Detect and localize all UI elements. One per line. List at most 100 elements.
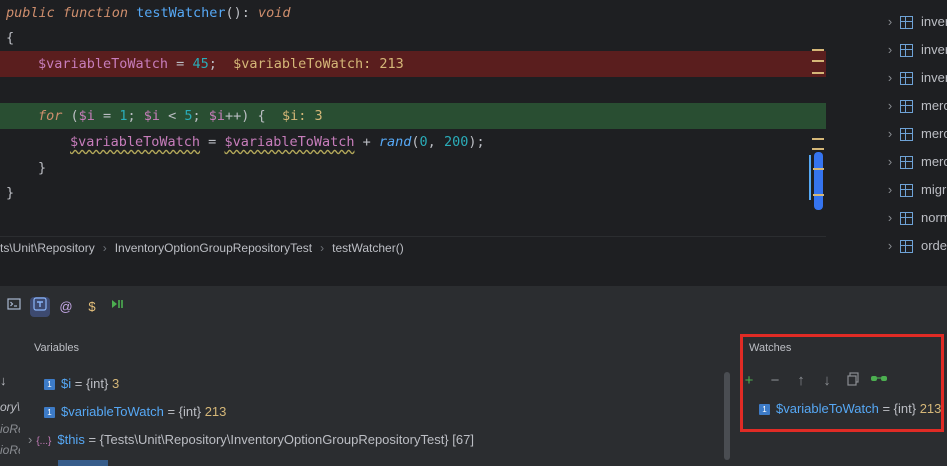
code-line-2: { [6,30,15,46]
breadcrumb-item[interactable]: InventoryOptionGroupRepositoryTest [115,241,312,255]
change-marker [809,155,811,200]
chevron-right-icon: › [887,70,893,85]
variable: $i [208,108,226,124]
int-type-icon: 1 [44,379,55,391]
tree-item-label: inver [921,42,947,57]
at-icon[interactable]: @ [56,297,76,317]
chevron-right-icon[interactable]: › [28,432,32,447]
frame-item[interactable]: ory\ [0,400,20,414]
variable-row[interactable]: 1 $i = {int} 3 [44,370,119,398]
variable: $variableToWatch [224,134,355,150]
code-text: ; [192,108,209,124]
code-text: = [94,108,120,124]
table-icon [900,156,913,170]
table-icon [900,240,913,254]
inline-debug-value: $i: 3 [281,108,323,124]
code-line-1: public function testWatcher(): void [6,0,291,26]
code-text: ); [468,134,485,150]
tree-item[interactable]: › merc [826,148,947,176]
warning-marker[interactable] [812,138,824,140]
code-line-8: } [6,185,15,201]
tree-item[interactable]: › migr [826,176,947,204]
warning-marker[interactable] [813,168,824,170]
table-icon [900,184,913,198]
variable-name: $variableToWatch [61,404,164,419]
tree-item[interactable]: › inver [826,36,947,64]
code-text: ; [127,108,144,124]
code-editor[interactable]: public function testWatcher(): void { $v… [0,0,826,236]
code-line-6: $variableToWatch = $variableToWatch + ra… [70,129,485,155]
variable-row[interactable]: › {...} $this = {Tests\Unit\Repository\Inv… [28,426,474,454]
table-icon [900,16,913,30]
panel-separator [0,258,947,286]
variable-name: $this [57,432,85,447]
code-text: (): [225,5,259,21]
chevron-right-icon: › [887,126,893,141]
variables-panel: Variables ↓ ory\ ioRe ioRe 1 $i = {int} 3… [0,328,735,466]
number: 5 [184,108,193,124]
tree-item[interactable]: › merc [826,92,947,120]
code-text: ++) { [225,108,266,124]
variable-type: = {Tests\Unit\Repository\InventoryOption… [84,432,474,447]
code-line-7: } [38,160,47,176]
operator: = [200,134,225,150]
debug-toolbar: @ $ [0,286,947,328]
keyword: for [38,108,63,124]
operator: = [168,56,193,72]
code-text: ( [62,108,79,124]
inline-debug-value: $variableToWatch: 213 [233,56,404,72]
variables-scrollbar-thumb[interactable] [724,372,730,460]
variable: $variableToWatch [70,134,201,150]
breadcrumb-item[interactable]: ts\Unit\Repository [0,241,95,255]
table-icon [900,72,913,86]
warning-marker[interactable] [813,194,824,196]
variable-name: $i [61,376,72,391]
tree-item-label: merc [921,126,947,141]
threads-variables-icon[interactable] [30,297,50,317]
dollar-icon[interactable]: $ [82,297,102,317]
tree-item[interactable]: › inver [826,8,947,36]
tree-item[interactable]: › norm [826,204,947,232]
tree-item-label: orde [921,238,947,253]
code-text: < [159,108,185,124]
function-call: rand [378,134,412,150]
code-line-5: for ($i = 1; $i < 5; $i++) { $i: 3 [38,103,323,129]
chevron-right-icon: › [887,154,893,169]
tree-item-label: inver [921,14,947,29]
number: 200 [443,134,469,150]
variable: $i [143,108,160,124]
warning-marker[interactable] [812,49,824,51]
code-line-3: $variableToWatch = 45; $variableToWatch:… [38,51,404,77]
breadcrumb-item[interactable]: testWatcher() [332,241,404,255]
code-text: ; [208,56,217,72]
warning-marker[interactable] [812,148,824,150]
code-text: ( [411,134,420,150]
tree-item[interactable]: › orde [826,232,947,260]
warning-marker[interactable] [812,60,824,62]
console-icon[interactable] [4,297,24,317]
chevron-right-icon: › [102,241,107,255]
function-name: testWatcher [136,5,226,21]
chevron-right-icon: › [887,42,893,57]
warning-marker[interactable] [812,72,824,74]
partially-visible-row [58,460,148,466]
table-icon [900,100,913,114]
frame-item[interactable]: ioRe [0,422,20,436]
tree-item-label: inver [921,70,947,85]
variables-title: Variables [34,342,80,354]
arrow-down-icon[interactable]: ↓ [0,373,7,388]
run-to-cursor-icon[interactable] [108,297,128,317]
frame-item[interactable]: ioRe [0,443,20,457]
database-tree: › inver › inver › inver › merc › merc › merc ›… [826,0,947,258]
chevron-right-icon: › [887,14,893,29]
tree-item[interactable]: › inver [826,64,947,92]
breadcrumb: ts\Unit\Repository › InventoryOptionGroupR… [0,236,826,259]
chevron-right-icon: › [887,98,893,113]
table-icon [900,128,913,142]
editor-scrollbar-thumb[interactable] [814,152,823,210]
tree-item[interactable]: › merc [826,120,947,148]
variable-row[interactable]: 1 $variableToWatch = {int} 213 [44,398,226,426]
object-type-icon: {...} [36,436,52,447]
keyword: function [62,5,128,21]
chevron-right-icon: › [320,241,325,255]
